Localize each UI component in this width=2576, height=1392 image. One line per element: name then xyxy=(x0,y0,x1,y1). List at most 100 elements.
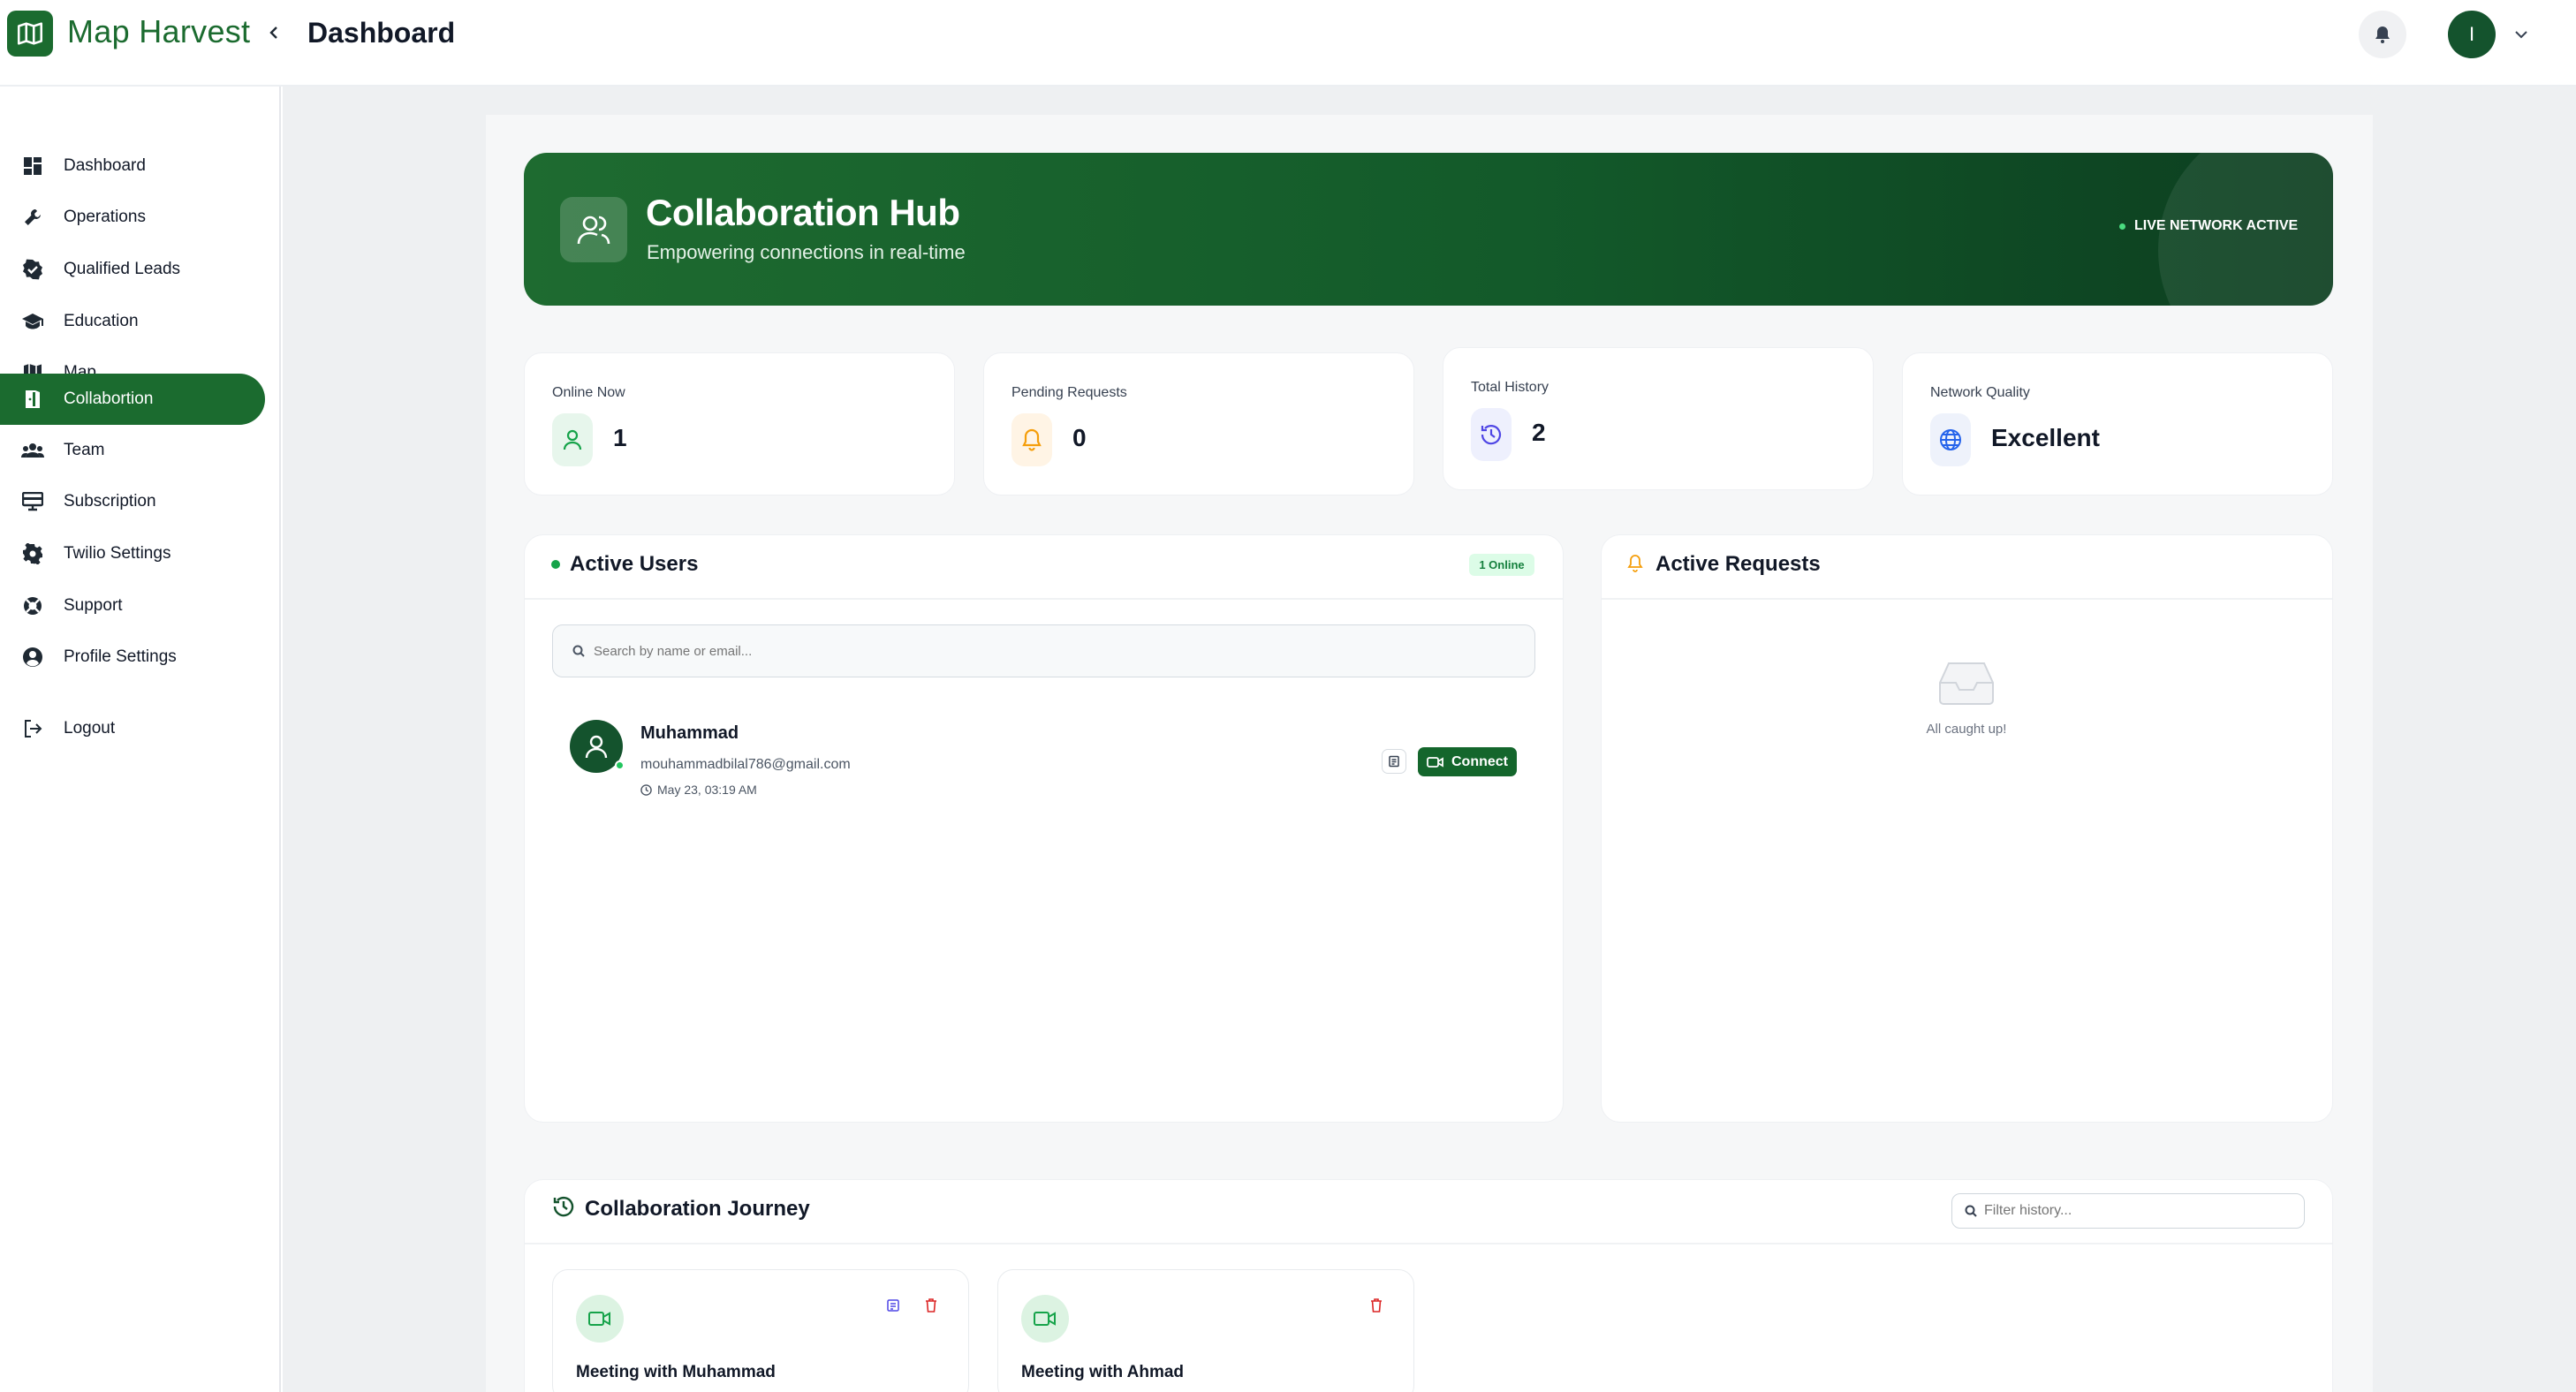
online-status-dot xyxy=(615,760,625,770)
group-icon xyxy=(21,439,44,462)
user-last-seen: May 23, 03:19 AM xyxy=(640,783,757,797)
logout-icon xyxy=(21,717,44,740)
sidebar-item-support[interactable]: Support xyxy=(0,580,265,632)
hero-banner: Collaboration Hub Empowering connections… xyxy=(524,153,2333,306)
map-logo-icon[interactable] xyxy=(7,11,53,57)
active-users-panel xyxy=(524,534,1564,1123)
sidebar-item-label: Dashboard xyxy=(64,156,146,175)
stat-label: Pending Requests xyxy=(1011,385,1127,400)
account-circle-icon xyxy=(21,646,44,669)
wrench-icon xyxy=(21,206,44,229)
history-filter[interactable] xyxy=(1951,1193,2305,1229)
brand-name[interactable]: Map Harvest xyxy=(67,13,250,50)
monitor-icon xyxy=(21,490,44,513)
filter-input[interactable] xyxy=(1984,1203,2284,1219)
stat-value: Excellent xyxy=(1991,424,2100,451)
graduation-cap-icon xyxy=(21,310,44,333)
users-icon xyxy=(560,197,627,262)
history-icon xyxy=(551,1194,576,1223)
sidebar-item-profile-settings[interactable]: Profile Settings xyxy=(0,632,265,683)
hero-title: Collaboration Hub xyxy=(646,192,960,233)
user-name: Muhammad xyxy=(640,723,739,743)
bell-icon xyxy=(2375,26,2390,43)
lifebuoy-icon xyxy=(21,594,44,617)
collapse-sidebar-icon[interactable] xyxy=(265,19,283,46)
stat-card-pending-requests: Pending Requests 0 xyxy=(983,352,1414,496)
sidebar-item-label: Education xyxy=(64,312,139,330)
active-requests-panel xyxy=(1601,534,2333,1123)
empty-state-text: All caught up! xyxy=(1926,722,2007,737)
active-users-title: Active Users xyxy=(570,552,699,576)
sidebar-item-education[interactable]: Education xyxy=(0,296,265,347)
bell-icon xyxy=(1011,413,1052,466)
sidebar: Dashboard Operations Qualified Leads Edu… xyxy=(0,87,281,1392)
sidebar-item-operations[interactable]: Operations xyxy=(0,192,265,243)
sidebar-item-label: Team xyxy=(64,441,105,459)
chevron-down-icon[interactable] xyxy=(2512,21,2531,48)
logout-button[interactable]: Logout xyxy=(0,703,265,754)
bell-icon xyxy=(1627,554,1643,578)
stat-label: Total History xyxy=(1471,380,1549,395)
journey-title: Collaboration Journey xyxy=(585,1197,810,1221)
hero-subtitle: Empowering connections in real-time xyxy=(647,241,966,263)
stat-value: 2 xyxy=(1532,419,1546,446)
page-title: Dashboard xyxy=(307,17,456,49)
live-indicator xyxy=(2119,223,2125,230)
sidebar-item-label: Twilio Settings xyxy=(64,544,171,563)
top-bar: Map Harvest Dashboard I xyxy=(0,0,2576,87)
notes-icon xyxy=(1389,755,1399,768)
trash-icon[interactable] xyxy=(1366,1295,1387,1316)
search-icon xyxy=(572,645,585,657)
user-icon xyxy=(552,413,593,466)
video-camera-icon xyxy=(576,1295,624,1343)
stat-label: Network Quality xyxy=(1930,385,2030,400)
globe-icon xyxy=(1930,413,1971,466)
video-camera-icon xyxy=(1427,756,1443,768)
user-email: mouhammadbilal786@gmail.com xyxy=(640,757,851,772)
stat-value: 1 xyxy=(613,424,627,451)
connect-button[interactable]: Connect xyxy=(1418,747,1517,776)
clock-icon xyxy=(640,783,652,796)
sidebar-item-team[interactable]: Team xyxy=(0,425,265,476)
search-input[interactable] xyxy=(594,643,1389,659)
history-card[interactable]: Meeting with Muhammad xyxy=(552,1269,969,1392)
online-dot xyxy=(551,560,560,569)
sidebar-item-label: Support xyxy=(64,596,123,615)
user-search[interactable] xyxy=(552,624,1535,677)
search-icon xyxy=(1965,1205,1977,1217)
dashboard-icon xyxy=(21,155,44,178)
history-icon xyxy=(1471,408,1512,461)
divider xyxy=(1602,598,2332,600)
verified-badge-icon xyxy=(21,258,44,281)
sidebar-item-label: Subscription xyxy=(64,492,156,511)
inbox-icon xyxy=(1938,660,1995,706)
sidebar-item-subscription[interactable]: Subscription xyxy=(0,476,265,527)
stat-card-online-now: Online Now 1 xyxy=(524,352,955,496)
history-card-title: Meeting with Muhammad xyxy=(576,1363,776,1381)
gear-icon xyxy=(21,542,44,565)
active-requests-title: Active Requests xyxy=(1655,552,1821,576)
video-camera-icon xyxy=(1021,1295,1069,1343)
stat-value: 0 xyxy=(1072,424,1087,451)
stat-label: Online Now xyxy=(552,385,625,400)
divider xyxy=(525,1243,2332,1244)
sidebar-item-label: Qualified Leads xyxy=(64,260,181,278)
notes-icon[interactable] xyxy=(883,1295,904,1316)
user-avatar[interactable]: I xyxy=(2448,11,2496,58)
sidebar-item-twilio-settings[interactable]: Twilio Settings xyxy=(0,528,265,579)
sidebar-item-qualified-leads[interactable]: Qualified Leads xyxy=(0,244,265,295)
notifications-button[interactable] xyxy=(2359,11,2406,58)
door-icon xyxy=(21,388,44,411)
stat-card-total-history: Total History 2 xyxy=(1443,347,1874,490)
divider xyxy=(525,598,1563,600)
sidebar-item-dashboard[interactable]: Dashboard xyxy=(0,140,265,192)
user-notes-button[interactable] xyxy=(1382,749,1406,774)
sidebar-item-label: Logout xyxy=(64,719,116,738)
history-card[interactable]: Meeting with Ahmad xyxy=(997,1269,1414,1392)
trash-icon[interactable] xyxy=(921,1295,942,1316)
sidebar-item-label: Operations xyxy=(64,208,146,226)
sidebar-item-collabortion[interactable]: Collabortion xyxy=(0,374,265,425)
sidebar-item-label: Profile Settings xyxy=(64,647,177,666)
history-card-title: Meeting with Ahmad xyxy=(1021,1363,1185,1381)
sidebar-item-label: Collabortion xyxy=(64,390,154,408)
